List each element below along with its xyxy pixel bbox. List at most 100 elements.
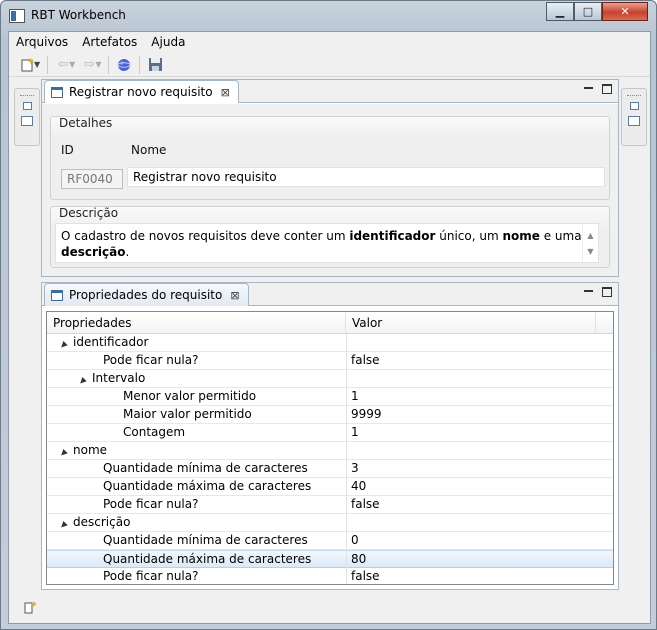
close-button[interactable]: ✕ xyxy=(602,2,648,21)
new-dropdown-arrow-icon[interactable]: ▼ xyxy=(34,60,40,69)
scroll-down-icon[interactable]: ▼ xyxy=(587,244,593,260)
table-row[interactable]: Maior valor permitido 9999 xyxy=(47,406,613,424)
description-section: Descrição O cadastro de novos requisitos… xyxy=(50,206,610,268)
back-dropdown-arrow-icon[interactable]: ▼ xyxy=(69,60,75,69)
property-name-cell: Quantidade máxima de caracteres xyxy=(87,478,311,495)
tab-propriedades-do-requisito[interactable]: Propriedades do requisito ⊠ xyxy=(44,283,249,306)
properties-tree-table[interactable]: Propriedades Valor ▲ identificador Pode fi… xyxy=(46,311,614,585)
property-value-cell[interactable]: false xyxy=(346,496,596,513)
table-row[interactable]: ▲ nome xyxy=(47,442,613,460)
property-name-cell: Pode ficar nula? xyxy=(87,496,199,513)
name-label: Nome xyxy=(131,143,167,157)
property-name-cell: ▲ Intervalo xyxy=(73,370,146,387)
property-label: Quantidade mínima de caracteres xyxy=(103,461,308,475)
globe-icon[interactable] xyxy=(113,55,135,75)
close-tab-icon[interactable]: ⊠ xyxy=(221,86,230,99)
tree-expander-icon[interactable]: ▲ xyxy=(54,336,69,351)
table-row[interactable]: Quantidade mínima de caracteres 0 xyxy=(47,532,613,550)
property-label: Pode ficar nula? xyxy=(103,497,199,511)
minimize-button[interactable]: ▁ xyxy=(546,2,574,21)
property-value-cell[interactable] xyxy=(346,370,596,387)
property-value-cell[interactable]: 1 xyxy=(346,424,596,441)
minimize-view-icon[interactable] xyxy=(584,86,593,89)
table-row[interactable]: ▲ identificador xyxy=(47,334,613,352)
maximize-button[interactable]: □ xyxy=(574,2,602,21)
property-label: Maior valor permitido xyxy=(123,407,252,421)
table-row[interactable]: Quantidade mínima de caracteres 3 xyxy=(47,460,613,478)
left-trim-bar xyxy=(14,88,40,146)
property-value-cell[interactable] xyxy=(346,514,596,531)
name-field[interactable]: Registrar novo requisito xyxy=(127,167,605,187)
property-value-cell[interactable] xyxy=(346,334,596,351)
description-field[interactable]: O cadastro de novos requisitos deve cont… xyxy=(55,223,599,263)
tab-label: Registrar novo requisito xyxy=(69,85,213,99)
property-label: descrição xyxy=(73,515,131,529)
toolbar-separator xyxy=(108,55,110,74)
property-name-cell: Quantidade mínima de caracteres xyxy=(87,532,308,549)
table-row[interactable]: Menor valor permitido 1 xyxy=(47,388,613,406)
id-label: ID xyxy=(61,143,74,157)
description-title: Descrição xyxy=(59,206,119,220)
minimize-view-icon[interactable] xyxy=(584,289,593,292)
property-value-cell[interactable]: 1 xyxy=(346,388,596,405)
tree-expander-icon[interactable]: ▲ xyxy=(54,444,69,459)
menu-ajuda[interactable]: Ajuda xyxy=(144,32,192,52)
editor-form: Detalhes ID Nome RF0040 Registrar novo r… xyxy=(42,104,618,276)
tree-expander-icon[interactable]: ▲ xyxy=(54,516,69,531)
forward-dropdown-arrow-icon[interactable]: ▼ xyxy=(95,60,101,69)
title-bar[interactable]: RBT Workbench ▁ □ ✕ xyxy=(1,1,656,31)
property-name-cell: Pode ficar nula? xyxy=(87,568,199,584)
maximize-view-icon[interactable] xyxy=(602,287,612,297)
editor-view: Registrar novo requisito ⊠ Detalhes ID N… xyxy=(41,79,619,277)
property-value-cell[interactable]: 80 xyxy=(346,551,596,568)
editor-icon xyxy=(51,86,63,98)
scroll-up-icon[interactable]: ▲ xyxy=(587,228,593,244)
property-label: Pode ficar nula? xyxy=(103,569,199,583)
property-value-cell[interactable]: 0 xyxy=(346,532,596,549)
editor-tabstrip: Registrar novo requisito ⊠ xyxy=(42,80,618,103)
property-value-cell[interactable] xyxy=(346,442,596,459)
table-row[interactable]: Pode ficar nula? false xyxy=(47,352,613,370)
property-value-cell[interactable]: 3 xyxy=(346,460,596,477)
view-icon[interactable] xyxy=(21,116,33,126)
property-value-cell[interactable]: 9999 xyxy=(346,406,596,423)
tab-registrar-novo-requisito[interactable]: Registrar novo requisito ⊠ xyxy=(44,80,239,103)
view-icon[interactable] xyxy=(628,116,640,126)
properties-view: Propriedades do requisito ⊠ Propriedades… xyxy=(41,282,619,590)
description-keyword: nome xyxy=(502,229,540,243)
column-header-propriedades[interactable]: Propriedades xyxy=(47,312,346,334)
description-fragment: e uma xyxy=(539,229,582,243)
close-tab-icon[interactable]: ⊠ xyxy=(230,289,239,302)
right-trim-bar xyxy=(621,88,647,146)
table-row[interactable]: ▲ Intervalo xyxy=(47,370,613,388)
property-value-cell[interactable]: false xyxy=(346,352,596,369)
table-row[interactable]: Contagem 1 xyxy=(47,424,613,442)
view-icon xyxy=(51,289,63,301)
app-window: RBT Workbench ▁ □ ✕ Arquivos Artefatos A… xyxy=(0,0,657,630)
table-row[interactable]: Quantidade máxima de caracteres 40 xyxy=(47,478,613,496)
property-label: Pode ficar nula? xyxy=(103,353,199,367)
table-row[interactable]: Pode ficar nula? false xyxy=(47,568,613,584)
property-name-cell: ▲ identificador xyxy=(54,334,149,351)
details-section: Detalhes ID Nome RF0040 Registrar novo r… xyxy=(50,116,610,200)
save-icon[interactable] xyxy=(144,55,166,75)
restore-icon[interactable] xyxy=(629,102,639,110)
property-label: Intervalo xyxy=(92,371,146,385)
restore-icon[interactable] xyxy=(22,102,32,110)
property-value-cell[interactable]: 40 xyxy=(346,478,596,495)
menu-bar: Arquivos Artefatos Ajuda xyxy=(9,32,650,52)
bottom-trim-new-icon[interactable] xyxy=(24,600,38,614)
tree-expander-icon[interactable]: ▲ xyxy=(73,372,88,387)
property-name-cell: Pode ficar nula? xyxy=(87,352,199,369)
description-scrollbar[interactable]: ▲ ▼ xyxy=(582,224,598,262)
maximize-view-icon[interactable] xyxy=(602,84,612,94)
menu-arquivos[interactable]: Arquivos xyxy=(9,32,75,52)
property-name-cell: Quantidade máxima de caracteres xyxy=(87,551,311,568)
table-row[interactable]: Pode ficar nula? false xyxy=(47,496,613,514)
column-header-valor[interactable]: Valor xyxy=(346,312,596,334)
property-value-cell[interactable]: false xyxy=(346,568,596,584)
table-row[interactable]: ▲ descrição xyxy=(47,514,613,532)
property-name-cell: ▲ nome xyxy=(55,442,107,459)
menu-artefatos[interactable]: Artefatos xyxy=(75,32,144,52)
table-row[interactable]: Quantidade máxima de caracteres 80 xyxy=(47,550,613,568)
